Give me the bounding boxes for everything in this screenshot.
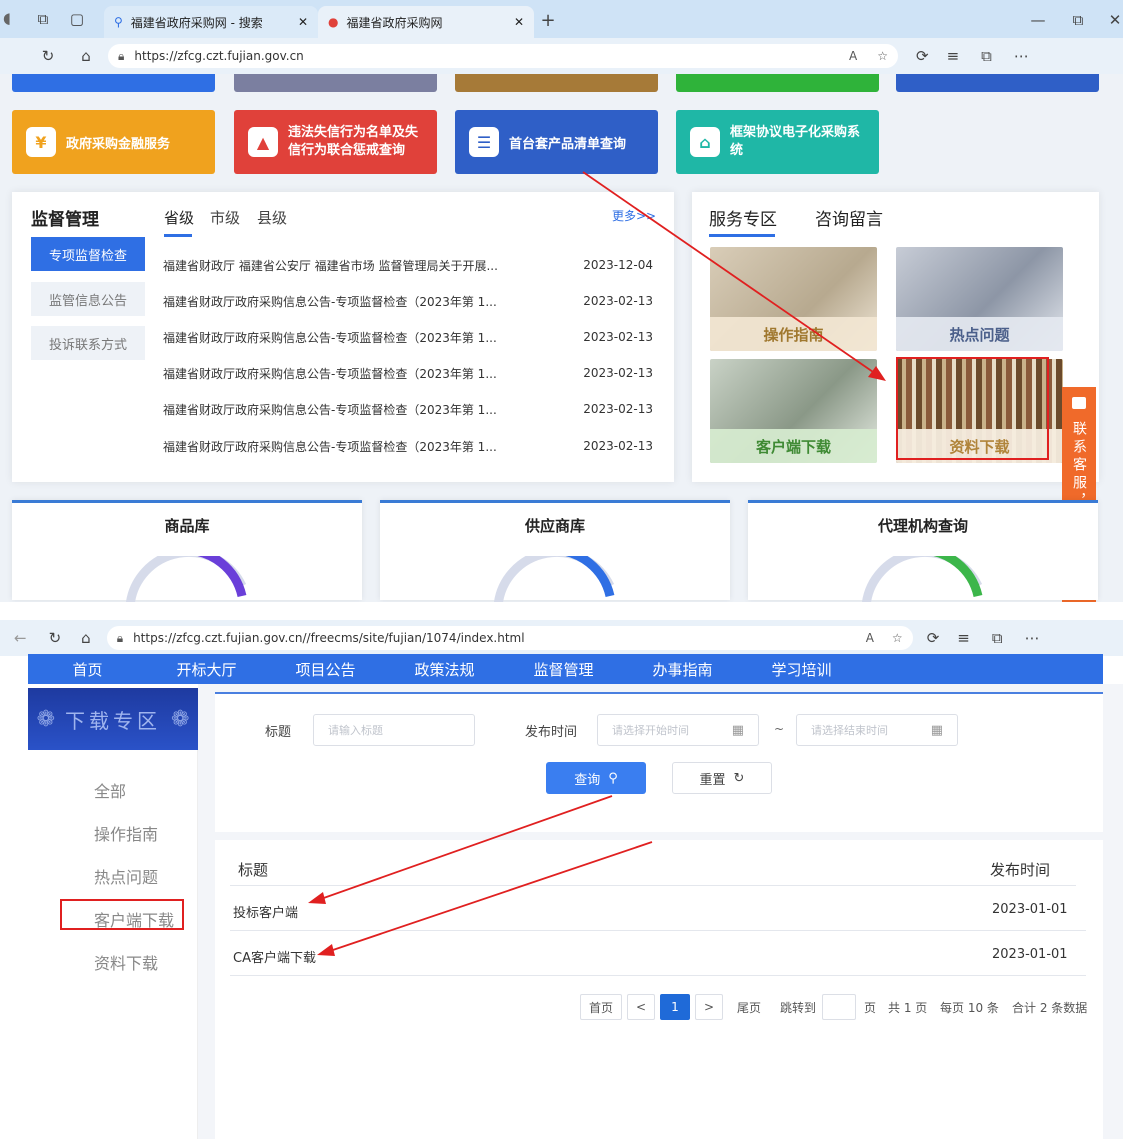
annotation-arrows bbox=[308, 795, 653, 956]
